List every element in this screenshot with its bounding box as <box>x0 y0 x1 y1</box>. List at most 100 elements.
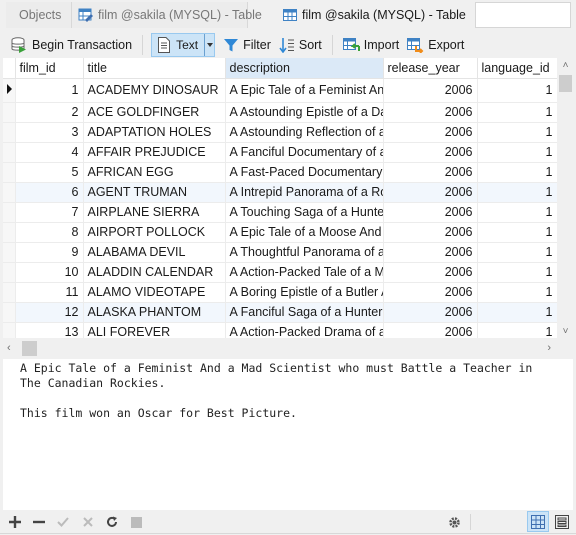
row-indicator[interactable] <box>3 202 16 223</box>
row-indicator[interactable] <box>3 122 16 143</box>
cell-language-id[interactable]: 1 <box>477 142 557 163</box>
row-indicator[interactable] <box>3 142 16 163</box>
row-indicator[interactable] <box>3 102 16 123</box>
cell-description[interactable]: A Astounding Reflection of a <box>225 122 384 143</box>
cell-title[interactable]: ALADDIN CALENDAR <box>83 262 226 283</box>
stop-icon[interactable] <box>128 514 144 530</box>
cell-title[interactable]: ALABAMA DEVIL <box>83 242 226 263</box>
begin-transaction-button[interactable]: Begin Transaction <box>6 33 136 57</box>
cell-release-year[interactable]: 2006 <box>383 222 478 243</box>
cell-title[interactable]: ALASKA PHANTOM <box>83 302 226 323</box>
cross-icon[interactable] <box>80 514 96 530</box>
table-row[interactable]: 13 ALI FOREVER A Action-Packed Drama of a … <box>3 322 557 338</box>
table-row[interactable]: 2 ACE GOLDFINGER A Astounding Epistle of a… <box>3 102 557 123</box>
cell-title[interactable]: ALAMO VIDEOTAPE <box>83 282 226 303</box>
cell-title[interactable]: AFRICAN EGG <box>83 162 226 183</box>
cell-description[interactable]: A Fast-Paced Documentary of <box>225 162 384 183</box>
minus-icon[interactable] <box>31 514 47 530</box>
export-button[interactable]: Export <box>403 33 468 57</box>
row-indicator[interactable] <box>3 162 16 183</box>
scroll-down-icon[interactable]: ˅ <box>560 326 571 338</box>
row-indicator[interactable] <box>3 262 16 283</box>
column-header-film-id[interactable]: film_id <box>15 58 84 79</box>
cell-description[interactable]: A Epic Tale of a Moose And a <box>225 222 384 243</box>
cell-release-year[interactable]: 2006 <box>383 162 478 183</box>
cell-film-id[interactable]: 3 <box>15 122 84 143</box>
cell-film-id[interactable]: 4 <box>15 142 84 163</box>
import-button[interactable]: Import <box>339 33 403 57</box>
cell-title[interactable]: ACE GOLDFINGER <box>83 102 226 123</box>
cell-language-id[interactable]: 1 <box>477 322 557 338</box>
cell-film-id[interactable]: 9 <box>15 242 84 263</box>
cell-title[interactable]: AFFAIR PREJUDICE <box>83 142 226 163</box>
horizontal-scrollbar[interactable]: ‹ › <box>3 340 557 357</box>
cell-film-id[interactable]: 7 <box>15 202 84 223</box>
cell-description[interactable]: A Action-Packed Tale of a Ma <box>225 262 384 283</box>
cell-language-id[interactable]: 1 <box>477 282 557 303</box>
cell-language-id[interactable]: 1 <box>477 102 557 123</box>
cell-release-year[interactable]: 2006 <box>383 202 478 223</box>
cell-film-id[interactable]: 2 <box>15 102 84 123</box>
text-view-dropdown[interactable] <box>204 34 214 56</box>
scroll-right-icon[interactable]: › <box>547 342 551 354</box>
tab-film-table-active[interactable]: film @sakila (MYSQL) - Table <box>276 2 474 28</box>
cell-description[interactable]: A Boring Epistle of a Butler Ar <box>225 282 384 303</box>
row-indicator[interactable] <box>3 78 16 103</box>
table-row[interactable]: 11 ALAMO VIDEOTAPE A Boring Epistle of a B… <box>3 282 557 303</box>
column-header-language-id[interactable]: language_id <box>477 58 557 79</box>
text-view-button[interactable]: Text <box>151 33 216 57</box>
cell-title[interactable]: ACADEMY DINOSAUR <box>83 78 226 103</box>
table-row[interactable]: 12 ALASKA PHANTOM A Fanciful Saga of a Hun… <box>3 302 557 323</box>
cell-release-year[interactable]: 2006 <box>383 102 478 123</box>
cell-description[interactable]: A Fanciful Saga of a Hunter A <box>225 302 384 323</box>
cell-language-id[interactable]: 1 <box>477 222 557 243</box>
column-header-title[interactable]: title <box>83 58 226 79</box>
cell-film-id[interactable]: 6 <box>15 182 84 203</box>
cell-release-year[interactable]: 2006 <box>383 242 478 263</box>
filter-button[interactable]: Filter <box>219 33 275 57</box>
cell-description[interactable]: A Intrepid Panorama of a Rob <box>225 182 384 203</box>
column-header-release-year[interactable]: release_year <box>383 58 478 79</box>
cell-release-year[interactable]: 2006 <box>383 122 478 143</box>
cell-title[interactable]: ADAPTATION HOLES <box>83 122 226 143</box>
cell-title[interactable]: ALI FOREVER <box>83 322 226 338</box>
cell-description[interactable]: A Thoughtful Panorama of a l <box>225 242 384 263</box>
cell-film-id[interactable]: 10 <box>15 262 84 283</box>
cell-film-id[interactable]: 8 <box>15 222 84 243</box>
table-row[interactable]: 9 ALABAMA DEVIL A Thoughtful Panorama of a… <box>3 242 557 263</box>
tab-objects[interactable]: Objects <box>6 2 72 28</box>
text-detail-pane[interactable]: A Epic Tale of a Feminist And a Mad Scie… <box>3 359 573 510</box>
scroll-up-icon[interactable]: ˄ <box>560 60 571 72</box>
gear-icon[interactable] <box>446 514 462 530</box>
table-row[interactable]: 1 ACADEMY DINOSAUR A Epic Tale of a Femini… <box>3 78 557 103</box>
cell-release-year[interactable]: 2006 <box>383 142 478 163</box>
column-header-description[interactable]: description <box>225 58 384 79</box>
vertical-scroll-thumb[interactable] <box>559 75 572 92</box>
row-indicator[interactable] <box>3 302 16 323</box>
refresh-icon[interactable] <box>104 514 120 530</box>
cell-description[interactable]: A Epic Tale of a Feminist And <box>225 78 384 103</box>
row-indicator[interactable] <box>3 182 16 203</box>
cell-language-id[interactable]: 1 <box>477 302 557 323</box>
cell-title[interactable]: AGENT TRUMAN <box>83 182 226 203</box>
check-icon[interactable] <box>55 514 71 530</box>
cell-film-id[interactable]: 13 <box>15 322 84 338</box>
cell-film-id[interactable]: 1 <box>15 78 84 103</box>
sort-button[interactable]: Sort <box>275 33 326 57</box>
cell-release-year[interactable]: 2006 <box>383 78 478 103</box>
tab-film-table-design[interactable]: film @sakila (MYSQL) - Table <box>72 2 262 28</box>
table-row[interactable]: 4 AFFAIR PREJUDICE A Fanciful Documentary … <box>3 142 557 163</box>
cell-release-year[interactable]: 2006 <box>383 302 478 323</box>
row-indicator[interactable] <box>3 242 16 263</box>
cell-title[interactable]: AIRPLANE SIERRA <box>83 202 226 223</box>
row-indicator[interactable] <box>3 222 16 243</box>
cell-film-id[interactable]: 11 <box>15 282 84 303</box>
cell-film-id[interactable]: 5 <box>15 162 84 183</box>
table-row[interactable]: 6 AGENT TRUMAN A Intrepid Panorama of a Ro… <box>3 182 557 203</box>
cell-language-id[interactable]: 1 <box>477 78 557 103</box>
horizontal-scroll-thumb[interactable] <box>22 341 37 356</box>
form-view-button[interactable] <box>551 511 573 532</box>
cell-release-year[interactable]: 2006 <box>383 182 478 203</box>
cell-language-id[interactable]: 1 <box>477 162 557 183</box>
scroll-left-icon[interactable]: ‹ <box>7 342 11 354</box>
